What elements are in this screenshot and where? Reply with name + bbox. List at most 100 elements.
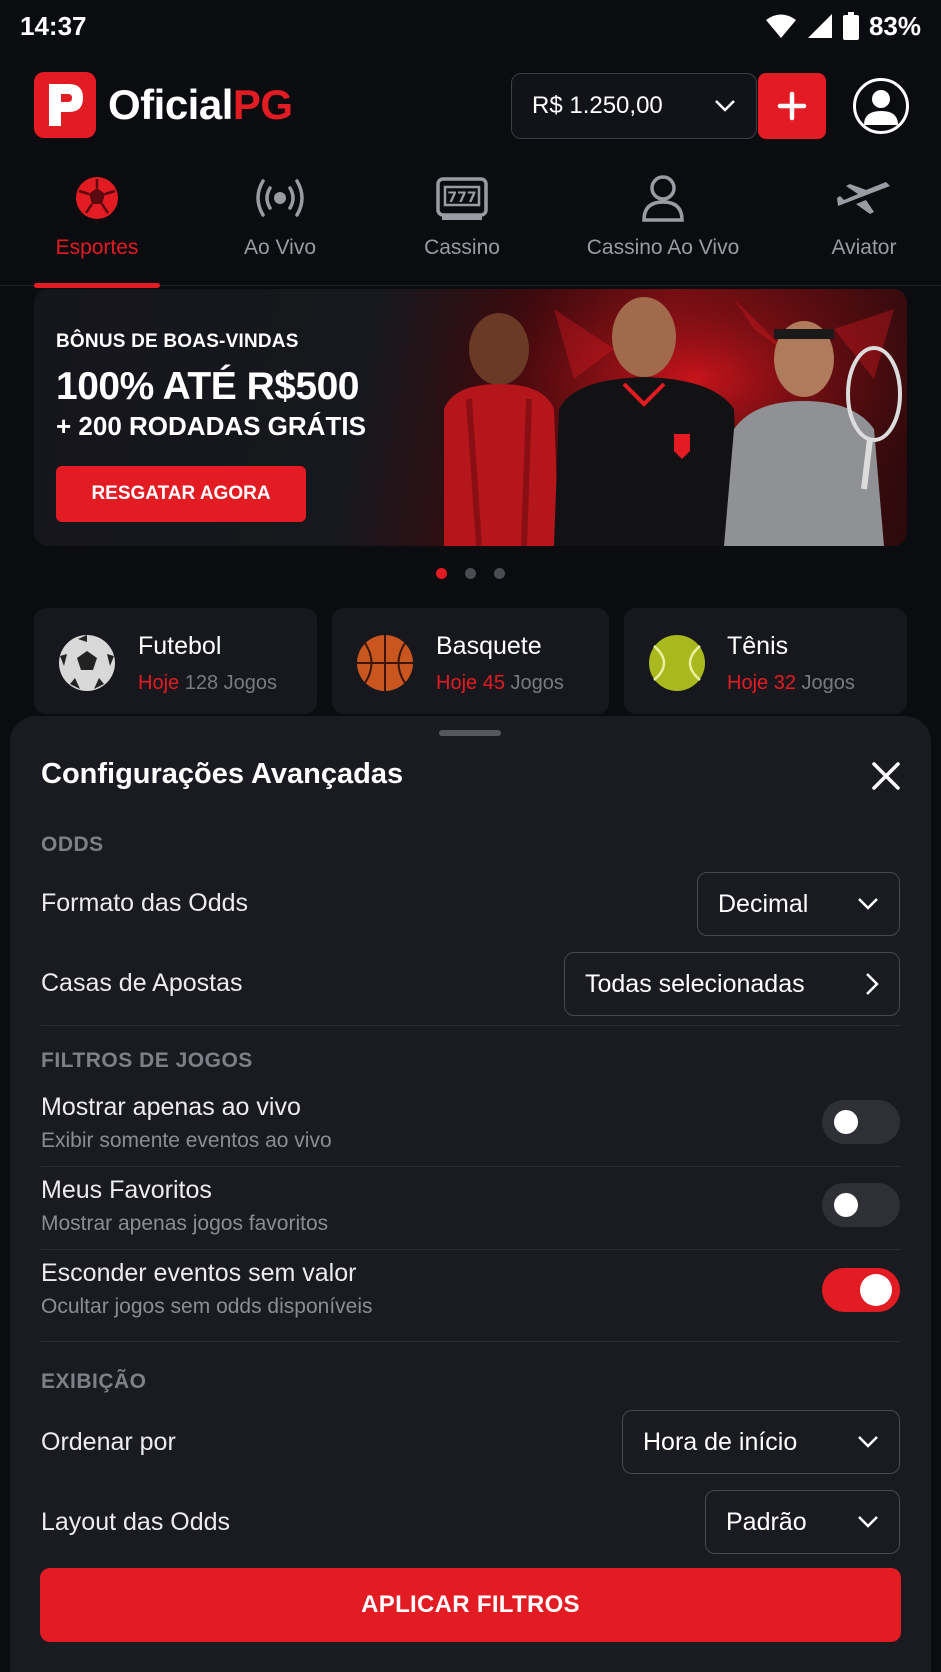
sport-count: Jogos [801, 672, 855, 694]
active-tab-indicator [34, 283, 160, 288]
toggle-knob [834, 1110, 858, 1134]
sort-by-select[interactable]: Hora de início [622, 1410, 900, 1474]
hide-no-value-description: Ocultar jogos sem odds disponíveis [41, 1295, 373, 1318]
user-icon [864, 90, 898, 125]
chevron-down-icon [715, 100, 735, 112]
sort-by-value: Hora de início [643, 1427, 798, 1456]
live-only-toggle[interactable] [822, 1100, 900, 1144]
favorites-description: Mostrar apenas jogos favoritos [41, 1212, 329, 1235]
sport-name: Basquete [436, 632, 542, 660]
divider [41, 1025, 900, 1026]
sport-count: Jogos [510, 672, 564, 694]
carousel-dot[interactable] [494, 568, 505, 579]
live-only-label: Mostrar apenas ao vivo [41, 1093, 301, 1121]
tab-label: Cassino Ao Vivo [586, 236, 740, 259]
sport-name: Futebol [138, 632, 222, 660]
sport-name: Tênis [727, 632, 789, 660]
sport-today: Hoje [138, 672, 180, 694]
athletes-illustration [434, 289, 907, 546]
advanced-settings-sheet: Configurações Avançadas ODDS Formato das… [10, 716, 931, 1672]
bookmakers-value: Todas selecionadas [585, 969, 805, 998]
soccer-ball-icon [59, 635, 115, 691]
odds-layout-value: Padrão [726, 1507, 807, 1536]
tab-ao-vivo[interactable]: Ao Vivo [220, 170, 340, 286]
broadcast-icon [252, 170, 308, 226]
logo-text: OficialPG [108, 81, 293, 129]
sport-today: Hoje 45 [436, 672, 505, 694]
toggle-knob [834, 1193, 858, 1217]
sport-games-count: Hoje 128 Jogos [138, 672, 277, 695]
deposit-button[interactable] [758, 73, 826, 139]
odds-format-select[interactable]: Decimal [697, 872, 900, 936]
odds-layout-select[interactable]: Padrão [705, 1490, 900, 1554]
battery-icon [842, 12, 859, 40]
tab-label: Aviator [831, 236, 897, 259]
sport-games-count: Hoje 45 Jogos [436, 672, 564, 695]
chevron-right-icon [866, 973, 879, 995]
hide-no-value-label: Esconder eventos sem valor [41, 1259, 357, 1287]
promo-banner[interactable]: BÔNUS DE BOAS-VINDAS 100% ATÉ R$500 + 20… [34, 289, 907, 546]
dealer-icon [640, 170, 686, 226]
live-only-description: Exibir somente eventos ao vivo [41, 1129, 332, 1152]
profile-button[interactable] [853, 78, 909, 134]
banner-headline: 100% ATÉ R$500 [56, 365, 360, 408]
sport-card-futebol[interactable]: Futebol Hoje 128 Jogos [34, 608, 317, 714]
carousel-dot[interactable] [436, 568, 447, 579]
tab-esportes[interactable]: Esportes [34, 170, 160, 288]
logo-text-accent: PG [232, 81, 293, 128]
hide-no-value-toggle[interactable] [822, 1268, 900, 1312]
tab-aviator[interactable]: Aviator [814, 170, 914, 286]
toggle-knob [860, 1274, 892, 1306]
tennis-ball-icon [649, 635, 705, 691]
sport-today: Hoje 32 [727, 672, 796, 694]
sport-card-basquete[interactable]: Basquete Hoje 45 Jogos [332, 608, 609, 714]
tab-label: Ao Vivo [244, 236, 316, 259]
divider [41, 1341, 900, 1342]
status-icons: 83% [765, 11, 921, 42]
tab-cassino[interactable]: 777 Cassino [402, 170, 522, 286]
chevron-down-icon [858, 1516, 878, 1528]
section-display: EXIBIÇÃO [41, 1370, 147, 1393]
balance-dropdown[interactable]: R$ 1.250,00 [511, 73, 757, 139]
sport-card-tenis[interactable]: Tênis Hoje 32 Jogos [624, 608, 907, 714]
battery-percent: 83% [868, 10, 921, 41]
tab-cassino-ao-vivo[interactable]: Cassino Ao Vivo [572, 170, 754, 286]
sort-by-label: Ordenar por [41, 1428, 176, 1456]
favorites-toggle[interactable] [822, 1183, 900, 1227]
basketball-icon [357, 635, 413, 691]
logo[interactable]: OficialPG [34, 72, 293, 138]
bookmakers-label: Casas de Apostas [41, 969, 243, 997]
odds-format-value: Decimal [718, 889, 809, 918]
wifi-icon [765, 14, 796, 38]
sport-games-count: Hoje 32 Jogos [727, 672, 855, 695]
sheet-title: Configurações Avançadas [41, 758, 404, 790]
sheet-drag-handle[interactable] [439, 730, 501, 736]
soccer-ball-icon [73, 170, 121, 226]
balance-value: R$ 1.250,00 [532, 92, 663, 119]
section-odds: ODDS [41, 833, 104, 856]
slot-machine-icon: 777 [436, 170, 488, 226]
odds-layout-label: Layout das Odds [41, 1508, 231, 1536]
close-icon[interactable] [868, 758, 904, 794]
tab-label: Cassino [424, 236, 500, 259]
carousel-dot[interactable] [465, 568, 476, 579]
logo-p-icon [34, 72, 96, 138]
status-bar: 14:37 83% [0, 0, 941, 52]
divider [41, 1166, 900, 1167]
signal-icon [807, 14, 832, 38]
apply-filters-button[interactable]: APLICAR FILTROS [40, 1568, 901, 1642]
plus-icon [777, 91, 807, 121]
app-header: OficialPG R$ 1.250,00 [0, 60, 941, 150]
favorites-label: Meus Favoritos [41, 1176, 212, 1204]
claim-bonus-button[interactable]: RESGATAR AGORA [56, 466, 306, 522]
odds-format-label: Formato das Odds [41, 889, 249, 917]
banner-text: BÔNUS DE BOAS-VINDAS 100% ATÉ R$500 + 20… [56, 331, 366, 522]
section-game-filters: FILTROS DE JOGOS [41, 1049, 253, 1072]
logo-text-main: Oficial [108, 81, 233, 128]
divider [41, 1249, 900, 1250]
airplane-icon [836, 170, 892, 226]
carousel-indicator [0, 568, 941, 579]
chevron-down-icon [858, 898, 878, 910]
bookmakers-select[interactable]: Todas selecionadas [564, 952, 900, 1016]
sport-count: 128 Jogos [184, 672, 277, 694]
